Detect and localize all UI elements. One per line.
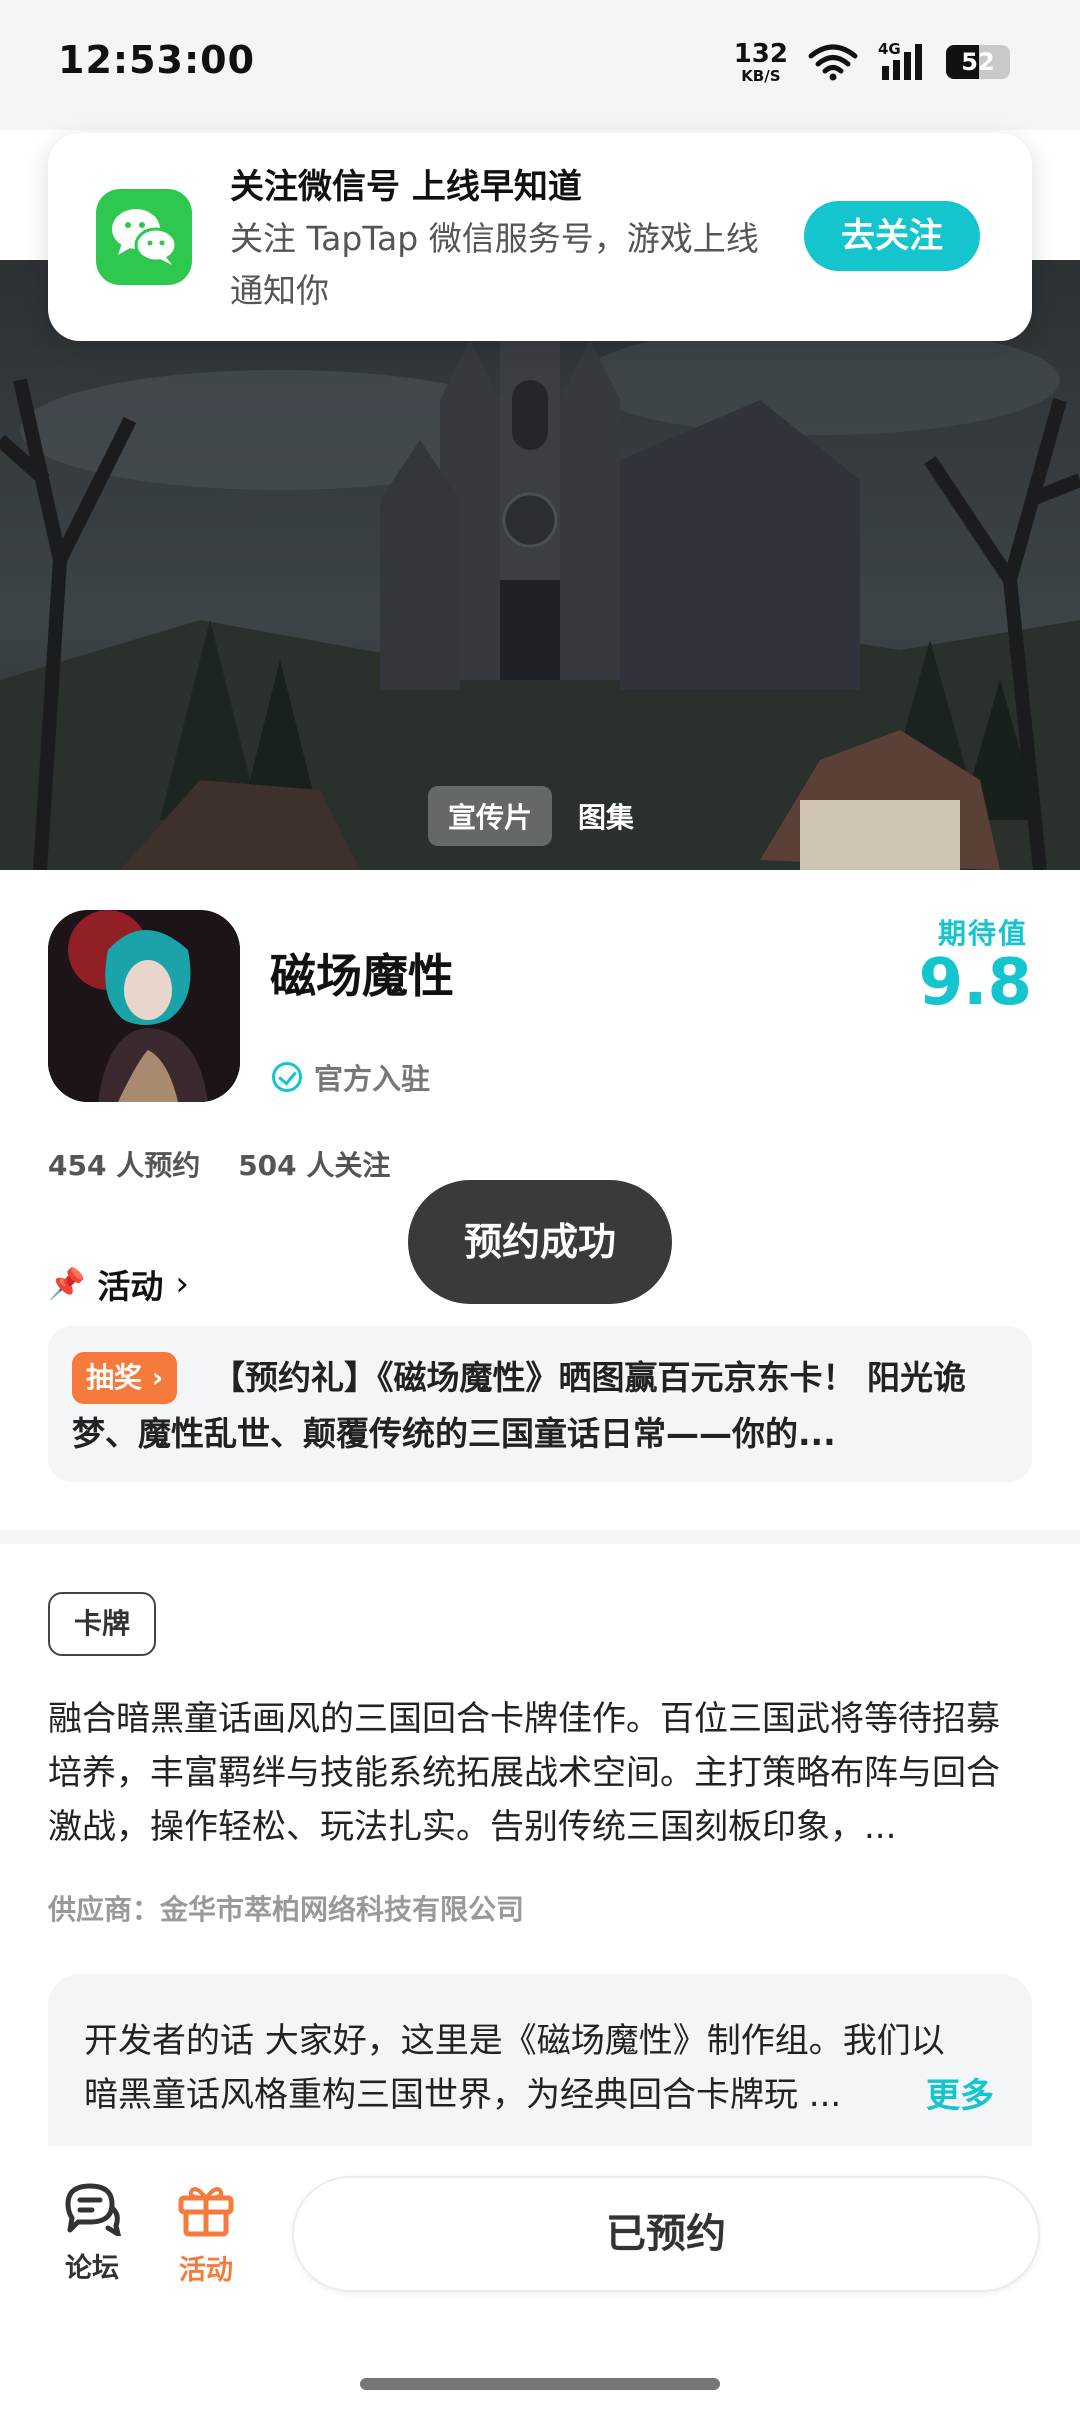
chevron-right-icon: › xyxy=(151,1361,164,1394)
pin-icon: 📌 xyxy=(48,1266,86,1302)
follow-description: 关注 TapTap 微信服务号，游戏上线通知你 xyxy=(230,219,759,310)
follower-count: 504 人关注 xyxy=(238,1149,391,1182)
status-time: 12:53:00 xyxy=(58,38,256,82)
nav-activity-label: 活动 xyxy=(179,2255,233,2286)
nav-activity[interactable]: 活动 xyxy=(166,2182,246,2287)
official-label: 官方入驻 xyxy=(314,1062,431,1096)
follow-button[interactable]: 去关注 xyxy=(804,201,980,271)
follow-wechat-card: 关注微信号 上线早知道 关注 TapTap 微信服务号，游戏上线通知你 去关注 xyxy=(48,133,1032,341)
battery-icon: 52 xyxy=(946,45,1010,79)
activity-text: 【预约礼】《磁场魔性》晒图赢百元京东卡！ 阳光诡梦、魔性乱世、颠覆传统的三国童话… xyxy=(72,1358,966,1453)
tab-gallery[interactable]: 图集 xyxy=(558,786,654,846)
toast-message: 预约成功 xyxy=(408,1180,672,1304)
game-icon xyxy=(48,910,240,1102)
reserved-button[interactable]: 已预约 xyxy=(292,2176,1040,2292)
activity-header[interactable]: 📌 活动 › xyxy=(48,1260,189,1308)
net-speed-value: 132 xyxy=(733,38,788,69)
lottery-badge: 抽奖 › xyxy=(72,1352,178,1404)
section-divider xyxy=(0,1530,1080,1544)
lottery-badge-label: 抽奖 xyxy=(86,1361,143,1394)
genre-tag[interactable]: 卡牌 xyxy=(48,1592,157,1656)
net-speed: 132 KB/S xyxy=(734,41,788,84)
gift-icon xyxy=(178,2187,234,2237)
activity-heading: 活动 xyxy=(97,1267,164,1306)
activity-card[interactable]: 【预约礼】《磁场魔性》晒图赢百元京东卡！ 阳光诡梦、魔性乱世、颠覆传统的三国童话… xyxy=(48,1326,1032,1482)
reservation-count: 454 人预约 xyxy=(48,1149,201,1182)
signal-icon: 4G xyxy=(878,40,926,82)
forum-icon xyxy=(65,2183,122,2236)
developer-note-card[interactable]: 开发者的话 大家好，这里是《磁场魔性》制作组。我们以暗黑童话风格重构三国世界，为… xyxy=(48,1974,1032,2154)
supplier-info: 供应商：金华市萃柏网络科技有限公司 xyxy=(48,1893,525,1926)
nav-forum-label: 论坛 xyxy=(65,2253,119,2284)
media-tabs: 宣传片 图集 xyxy=(428,786,654,846)
wifi-icon xyxy=(808,44,858,81)
home-indicator[interactable] xyxy=(360,2378,720,2390)
hero-banner-image[interactable] xyxy=(0,260,1080,870)
status-icons: 132 KB/S 4G 52 xyxy=(734,38,1010,86)
follow-title: 关注微信号 上线早知道 xyxy=(230,167,582,207)
nav-forum[interactable]: 论坛 xyxy=(52,2182,132,2285)
game-title: 磁场魔性 xyxy=(270,949,454,1003)
more-link[interactable]: 更多 xyxy=(920,2068,994,2117)
battery-level: 52 xyxy=(961,48,995,76)
status-bar: 12:53:00 132 KB/S 4G 52 xyxy=(0,0,1080,130)
official-badge: 官方入驻 xyxy=(272,1056,430,1098)
net-speed-unit: KB/S xyxy=(741,66,781,85)
chevron-right-icon: › xyxy=(175,1264,189,1304)
tab-trailer[interactable]: 宣传片 xyxy=(428,786,553,846)
wechat-icon xyxy=(96,189,192,285)
developer-note-text: 开发者的话 大家好，这里是《磁场魔性》制作组。我们以暗黑童话风格重构三国世界，为… xyxy=(84,2021,945,2115)
expectation-score: 9.8 xyxy=(918,946,1032,1020)
game-description[interactable]: 融合暗黑童话画风的三国回合卡牌佳作。百位三国武将等待招募培养，丰富羁绊与技能系统… xyxy=(48,1692,1032,1854)
game-stats: 454 人预约 504 人关注 xyxy=(48,1144,390,1184)
verified-check-icon xyxy=(272,1062,302,1092)
